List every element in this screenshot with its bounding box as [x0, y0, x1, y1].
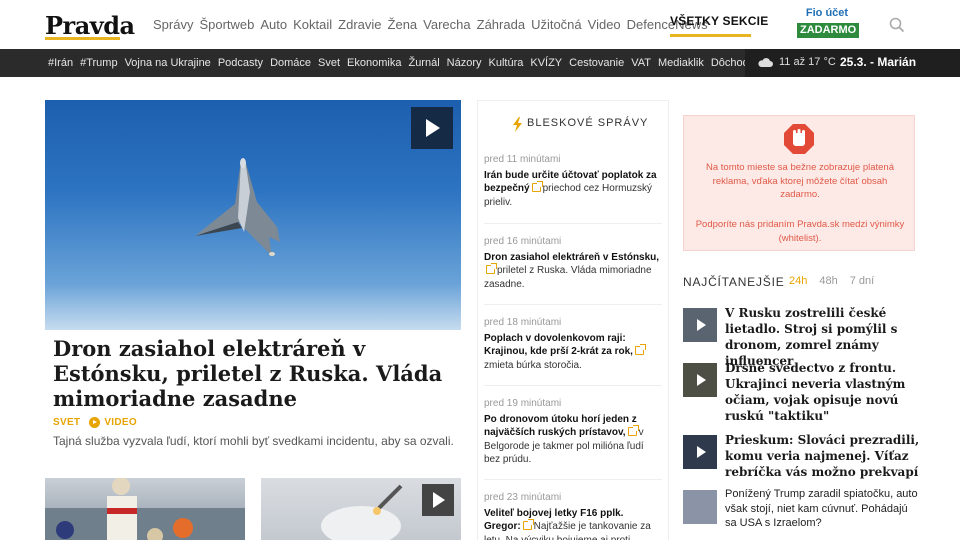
tag-ekonomika[interactable]: Ekonomika	[347, 57, 401, 69]
tag-mediaklik[interactable]: Mediaklik	[658, 57, 704, 69]
tag-bar: #Irán #Trump Vojna na Ukrajine Podcasty …	[0, 49, 960, 77]
breaking-news-time: pred 11 minútami	[484, 154, 561, 165]
article-thumbnail-missile[interactable]	[261, 478, 461, 540]
tag-kvizy[interactable]: KVÍZY	[530, 57, 562, 69]
breaking-news-item[interactable]: pred 11 minútami Irán bude určite účtova…	[484, 153, 662, 209]
adblock-whitelist-message: Podporíte nás pridaním Pravda.sk medzi v…	[695, 219, 905, 244]
breaking-news-time: pred 23 minútami	[484, 492, 562, 503]
date-nameday: 25.3. - Marián	[840, 55, 917, 69]
play-icon	[697, 319, 706, 331]
breaking-news-headline[interactable]: Po dronovom útoku horí jeden z najväčšíc…	[484, 414, 637, 439]
weather-temperature: 11 až 17 °C	[779, 56, 836, 68]
hero-image[interactable]	[45, 100, 461, 330]
tag-podcasty[interactable]: Podcasty	[218, 57, 263, 69]
nav-item-zahrada[interactable]: Záhrada	[477, 17, 525, 32]
external-link-icon	[627, 425, 639, 436]
breaking-news-text: priletel z Ruska. Vláda mimoriadne zasad…	[484, 265, 652, 290]
tag-ukraine-war[interactable]: Vojna na Ukrajine	[125, 57, 211, 69]
play-video-button-small[interactable]	[422, 484, 454, 516]
external-link-icon	[486, 263, 497, 274]
divider	[484, 304, 662, 305]
divider	[484, 385, 662, 386]
adblock-notice: Na tomto mieste sa bežne zobrazuje plate…	[683, 115, 915, 251]
breaking-news-time: pred 19 minútami	[484, 398, 562, 409]
tag-list: #Irán #Trump Vojna na Ukrajine Podcasty …	[48, 57, 767, 69]
tag-iran[interactable]: #Irán	[48, 57, 73, 69]
play-video-button[interactable]	[411, 107, 453, 149]
main-nav: Správy Športweb Auto Koktail Zdravie Žen…	[153, 17, 714, 32]
hero-meta: SVET VIDEO	[53, 417, 137, 428]
most-read-tabs: 24h 48h 7 dní	[789, 275, 886, 287]
tab-24h[interactable]: 24h	[789, 275, 807, 287]
most-read-title: NAJČÍTANEJŠIE	[683, 275, 785, 289]
stop-hand-icon	[784, 124, 814, 154]
article-thumbnail[interactable]	[683, 308, 717, 342]
logo-underline	[45, 37, 120, 40]
all-sections-link[interactable]: VŠETKY SEKCIE	[670, 14, 768, 28]
play-icon	[697, 446, 706, 458]
nav-item-spravy[interactable]: Správy	[153, 17, 193, 32]
video-play-icon	[89, 417, 101, 428]
external-link-icon	[531, 181, 543, 192]
hero-perex: Tajná služba vyzvala ľudí, ktorí mohli b…	[53, 434, 454, 448]
divider	[484, 479, 662, 480]
adblock-message: Na tomto mieste sa bežne zobrazuje plate…	[706, 162, 894, 200]
tab-7-days[interactable]: 7 dní	[850, 275, 874, 287]
breaking-news-text: zmieta búrka storočia.	[484, 359, 582, 371]
tag-nazory[interactable]: Názory	[447, 57, 482, 69]
nav-item-varecha[interactable]: Varecha	[423, 17, 470, 32]
nav-item-koktail[interactable]: Koktail	[293, 17, 332, 32]
tag-zurnal[interactable]: Žurnál	[408, 57, 439, 69]
breaking-news-headline[interactable]: Poplach v dovolenkovom raji: Krajinou, k…	[484, 333, 633, 358]
drone-image	[195, 158, 280, 256]
most-read-headline[interactable]: Ponížený Trump zaradil spiatočku, auto v…	[725, 487, 920, 531]
divider	[484, 223, 662, 224]
article-thumbnail[interactable]	[683, 435, 717, 469]
tab-48h[interactable]: 48h	[819, 275, 837, 287]
tag-kultura[interactable]: Kultúra	[489, 57, 524, 69]
breaking-news-column: BLESKOVÉ SPRÁVY pred 11 minútami Irán bu…	[477, 100, 669, 540]
nav-item-uzitocna[interactable]: Užitočná	[531, 17, 582, 32]
breaking-news-item[interactable]: pred 16 minútami Dron zasiahol elektráre…	[484, 235, 662, 291]
lightning-icon	[513, 117, 522, 132]
breaking-news-time: pred 16 minútami	[484, 236, 562, 247]
article-thumbnail[interactable]	[683, 363, 717, 397]
breaking-news-item[interactable]: pred 23 minútami Veliteľ bojovej letky F…	[484, 491, 662, 540]
cloud-icon	[758, 58, 773, 67]
tag-domace[interactable]: Domáce	[270, 57, 311, 69]
fio-ad-badge: ZADARMO	[797, 23, 860, 38]
tag-vat[interactable]: VAT	[631, 57, 651, 69]
weather-widget[interactable]: 11 až 17 °C 25.3. - Marián	[745, 49, 960, 77]
most-read-headline[interactable]: Prieskum: Slováci prezradili, komu veria…	[725, 432, 920, 480]
article-thumbnail[interactable]	[683, 490, 717, 524]
tag-cestovanie[interactable]: Cestovanie	[569, 57, 624, 69]
fio-ad-title: Fio účet	[805, 7, 849, 19]
breaking-news-title: BLESKOVÉ SPRÁVY	[527, 117, 649, 129]
breaking-news-item[interactable]: pred 19 minútami Po dronovom útoku horí …	[484, 397, 662, 467]
breaking-news-headline[interactable]: Dron zasiahol elektráreň v Estónsku,	[484, 252, 659, 263]
external-link-icon	[522, 519, 534, 530]
tag-trump[interactable]: #Trump	[80, 57, 118, 69]
site-logo[interactable]: Pravda	[45, 11, 135, 40]
nav-item-sportweb[interactable]: Športweb	[199, 17, 254, 32]
hero-video-label[interactable]: VIDEO	[104, 417, 137, 428]
nav-item-video[interactable]: Video	[588, 17, 621, 32]
nav-item-zdravie[interactable]: Zdravie	[338, 17, 381, 32]
hero-headline[interactable]: Dron zasiahol elektráreň v Estónsku, pri…	[53, 336, 463, 411]
biathlon-image	[45, 478, 245, 540]
fio-ad-logo[interactable]: Fio účet ZADARMO	[797, 7, 860, 39]
external-link-icon	[634, 344, 646, 355]
tag-svet[interactable]: Svet	[318, 57, 340, 69]
search-icon[interactable]	[889, 17, 905, 33]
nav-item-auto[interactable]: Auto	[260, 17, 287, 32]
most-read-headline[interactable]: Drsné svedectvo z frontu. Ukrajinci neve…	[725, 360, 920, 424]
all-sections-underline	[670, 34, 751, 37]
hero-section-label[interactable]: SVET	[53, 417, 80, 428]
site-header: Pravda Správy Športweb Auto Koktail Zdra…	[0, 0, 960, 49]
nav-item-zena[interactable]: Žena	[388, 17, 418, 32]
breaking-news-item[interactable]: pred 18 minútami Poplach v dovolenkovom …	[484, 316, 662, 372]
play-icon	[697, 374, 706, 386]
article-thumbnail-biathlon[interactable]	[45, 478, 245, 540]
breaking-news-time: pred 18 minútami	[484, 317, 562, 328]
